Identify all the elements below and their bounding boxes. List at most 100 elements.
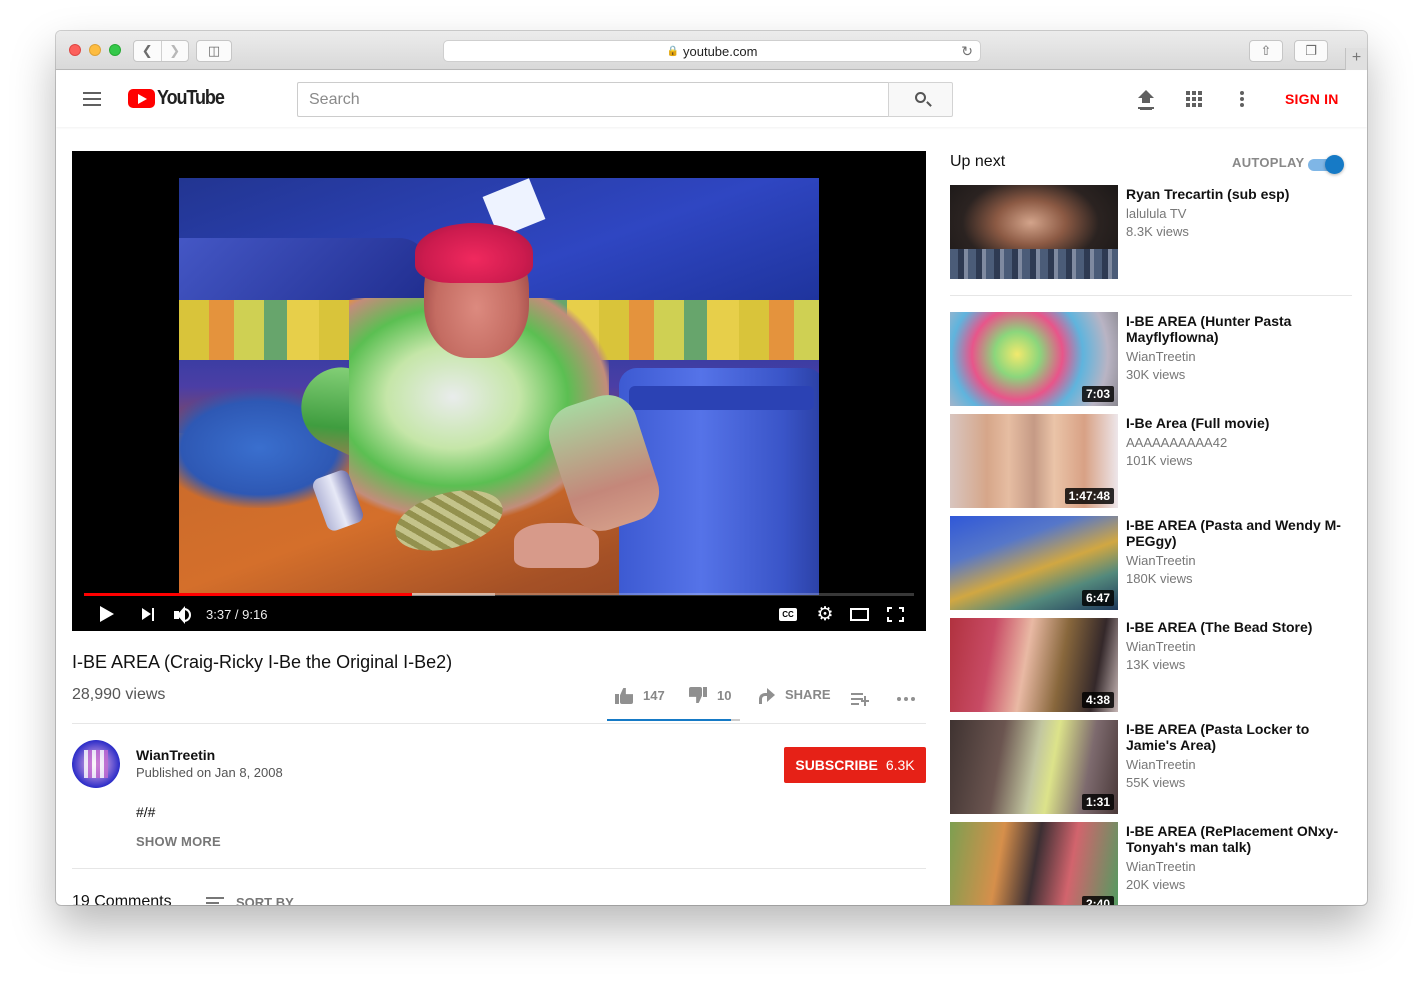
video-title-link[interactable]: I-BE AREA (RePlacement ONxy-Tonyah's man… xyxy=(1126,823,1354,855)
sign-in-button[interactable]: SIGN IN xyxy=(1285,91,1339,107)
time-display: 3:37 / 9:16 xyxy=(206,607,268,622)
view-count: 28,990 views xyxy=(72,686,166,703)
gear-icon[interactable]: ⚙ xyxy=(815,605,835,625)
more-horizontal-icon xyxy=(897,697,918,701)
like-count: 147 xyxy=(643,688,665,703)
comment-count: 19 Comments xyxy=(72,893,172,905)
video-title: I-BE AREA (Craig-Ricky I-Be the Original… xyxy=(72,652,453,672)
channel-avatar[interactable] xyxy=(72,740,120,788)
play-icon[interactable] xyxy=(100,606,114,622)
share-arrow-icon xyxy=(759,687,775,704)
recommended-item[interactable]: 1:47:48 I-Be Area (Full movie) AAAAAAAAA… xyxy=(950,414,1360,508)
apps-grid-icon[interactable] xyxy=(1186,91,1202,107)
video-thumbnail[interactable]: 2:40 xyxy=(950,822,1118,905)
search-input[interactable]: Search xyxy=(297,82,889,117)
lock-icon: 🔒 xyxy=(666,45,679,57)
upload-icon-base xyxy=(1138,107,1154,109)
video-thumbnail[interactable]: 1:47:48 xyxy=(950,414,1118,508)
minimize-window-button[interactable] xyxy=(89,44,101,56)
video-description: #/# xyxy=(136,804,156,820)
dislike-count: 10 xyxy=(717,688,732,703)
tab-overview-icon[interactable]: ❐ xyxy=(1294,40,1328,62)
video-duration: 4:38 xyxy=(1081,692,1114,708)
video-thumbnail[interactable]: Trabajo con caos. Trabajo en medio, 4:16 xyxy=(950,185,1118,279)
reload-icon[interactable]: ↻ xyxy=(961,43,973,60)
info-divider xyxy=(72,723,926,724)
like-button[interactable]: 147 xyxy=(615,687,665,704)
video-thumbnail[interactable]: 7:03 xyxy=(950,312,1118,406)
video-thumbnail[interactable]: 1:31 xyxy=(950,720,1118,814)
share-page-icon[interactable]: ⇧ xyxy=(1249,40,1283,62)
video-channel: WianTreetin xyxy=(1126,639,1196,654)
new-tab-button[interactable]: + xyxy=(1345,48,1367,70)
browser-toolbar: ❮ ❯ ◫ 🔒 youtube.com ↻ ⇧ ❐ + xyxy=(56,31,1367,70)
player-controls: 3:37 / 9:16 CC ⚙ xyxy=(72,599,926,631)
video-views: 30K views xyxy=(1126,367,1186,382)
video-title-link[interactable]: I-Be Area (Full movie) xyxy=(1126,415,1354,431)
recommended-item[interactable]: 1:31 I-BE AREA (Pasta Locker to Jamie's … xyxy=(950,720,1360,814)
youtube-logo[interactable]: YouTube xyxy=(128,87,231,110)
up-next-item[interactable]: Trabajo con caos. Trabajo en medio, 4:16… xyxy=(950,185,1360,279)
back-arrow-icon[interactable]: ❮ xyxy=(134,41,161,61)
youtube-masthead: YouTube Search SIGN IN xyxy=(56,71,1367,127)
progress-played xyxy=(84,593,412,596)
video-title-link[interactable]: I-BE AREA (Pasta and Wendy M-PEGgy) xyxy=(1126,517,1354,549)
subtitles-icon[interactable]: CC xyxy=(779,608,797,621)
video-frame[interactable] xyxy=(179,178,819,595)
sentiment-bar xyxy=(607,719,740,721)
recommended-item[interactable]: 7:03 I-BE AREA (Hunter Pasta Mayflyflown… xyxy=(950,312,1360,406)
sort-comments-button[interactable]: SORT BY xyxy=(206,895,294,905)
next-video-icon[interactable] xyxy=(142,608,156,621)
recommended-item[interactable]: 6:47 I-BE AREA (Pasta and Wendy M-PEGgy)… xyxy=(950,516,1360,610)
theater-mode-icon[interactable] xyxy=(850,608,869,621)
more-actions-button[interactable] xyxy=(897,697,918,701)
close-window-button[interactable] xyxy=(69,44,81,56)
video-title-link[interactable]: I-BE AREA (Pasta Locker to Jamie's Area) xyxy=(1126,721,1354,753)
video-channel: WianTreetin xyxy=(1126,757,1196,772)
video-player[interactable]: 3:37 / 9:16 CC ⚙ xyxy=(72,151,926,631)
progress-bar[interactable] xyxy=(84,593,914,596)
address-bar[interactable]: 🔒 youtube.com ↻ xyxy=(443,40,981,62)
sort-icon xyxy=(206,896,224,906)
dislike-button[interactable]: 10 xyxy=(689,687,731,704)
autoplay-toggle-knob xyxy=(1325,155,1344,174)
sidebar-toggle-icon[interactable]: ◫ xyxy=(196,40,232,62)
zoom-window-button[interactable] xyxy=(109,44,121,56)
subscriber-count: 6.3K xyxy=(885,757,915,773)
show-more-button[interactable]: SHOW MORE xyxy=(136,834,221,849)
video-title-link[interactable]: I-BE AREA (The Bead Store) xyxy=(1126,619,1354,635)
guide-menu-icon[interactable] xyxy=(83,92,101,106)
share-label: SHARE xyxy=(785,687,831,702)
channel-name[interactable]: WianTreetin xyxy=(136,747,215,763)
video-title-link[interactable]: I-BE AREA (Hunter Pasta Mayflyflowna) xyxy=(1126,313,1354,345)
search-button[interactable] xyxy=(888,82,953,117)
video-duration: 1:31 xyxy=(1081,794,1114,810)
add-to-playlist-button[interactable] xyxy=(851,693,869,706)
video-channel: WianTreetin xyxy=(1126,859,1196,874)
video-duration: 2:40 xyxy=(1081,896,1114,905)
video-channel: AAAAAAAAAA42 xyxy=(1126,435,1228,450)
video-channel: WianTreetin xyxy=(1126,349,1196,364)
settings-menu-icon[interactable] xyxy=(1240,91,1244,107)
video-views: 13K views xyxy=(1126,657,1186,672)
share-button[interactable]: SHARE xyxy=(759,687,831,704)
video-thumbnail[interactable]: 6:47 xyxy=(950,516,1118,610)
up-next-divider xyxy=(950,295,1352,296)
video-views: 55K views xyxy=(1126,775,1186,790)
video-channel: lalulula TV xyxy=(1126,206,1187,221)
video-views: 20K views xyxy=(1126,877,1186,892)
video-thumbnail[interactable]: 4:38 xyxy=(950,618,1118,712)
upload-icon[interactable] xyxy=(1138,90,1154,108)
video-title-link[interactable]: Ryan Trecartin (sub esp) xyxy=(1126,186,1354,202)
forward-arrow-icon[interactable]: ❯ xyxy=(160,41,189,61)
search-icon xyxy=(915,92,926,103)
youtube-play-icon xyxy=(128,89,155,108)
subscribe-button[interactable]: SUBSCRIBE 6.3K xyxy=(784,747,926,783)
recommended-item[interactable]: 2:40 I-BE AREA (RePlacement ONxy-Tonyah'… xyxy=(950,822,1360,905)
fullscreen-icon[interactable] xyxy=(887,607,904,622)
video-actions: 147 10 SHARE xyxy=(611,683,926,719)
autoplay-toggle[interactable] xyxy=(1308,153,1344,175)
playlist-add-icon xyxy=(851,693,869,706)
recommended-item[interactable]: 4:38 I-BE AREA (The Bead Store) WianTree… xyxy=(950,618,1360,712)
video-duration: 7:03 xyxy=(1081,386,1114,402)
